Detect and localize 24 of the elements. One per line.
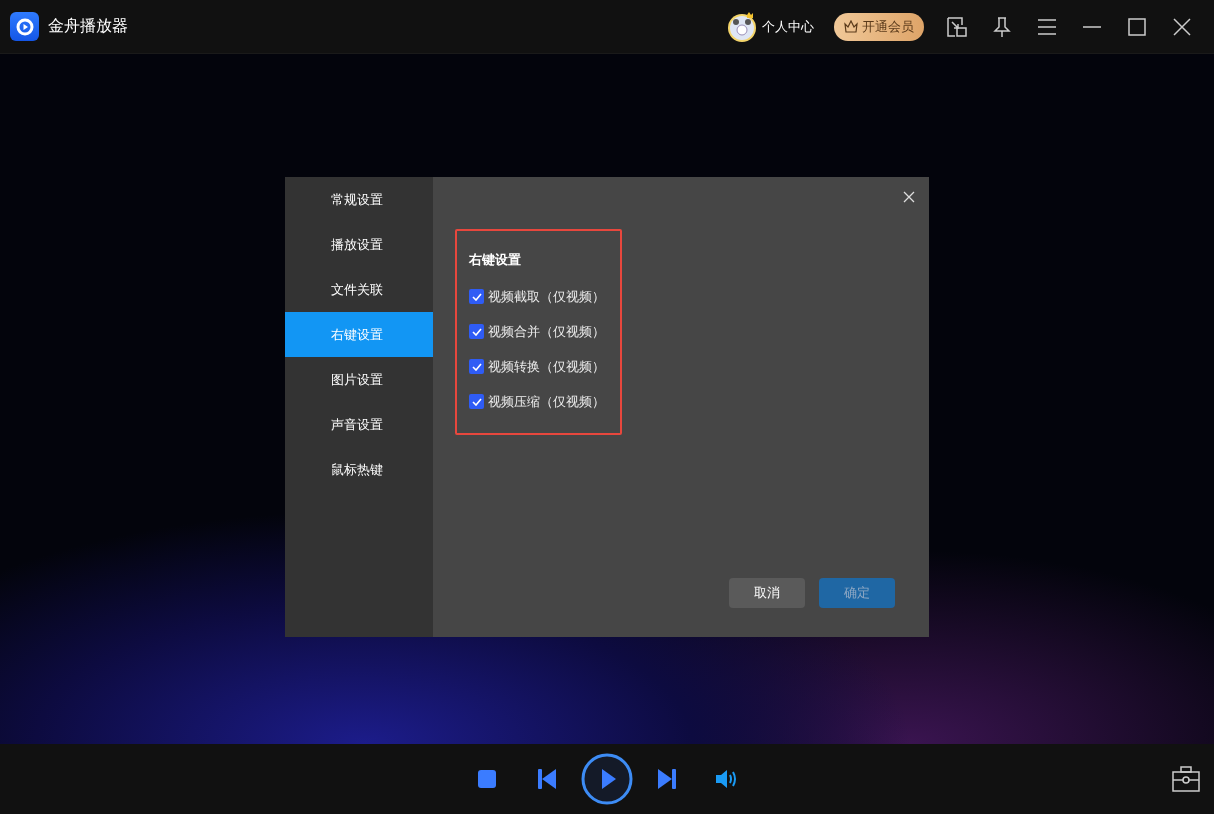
checkbox[interactable]: [469, 394, 484, 409]
app-logo-icon: [10, 12, 39, 41]
checkbox[interactable]: [469, 324, 484, 339]
checkbox[interactable]: [469, 289, 484, 304]
settings-nav-item[interactable]: 鼠标热键: [285, 447, 433, 492]
window-title: 金舟播放器: [48, 16, 128, 37]
settings-nav-item[interactable]: 播放设置: [285, 222, 433, 267]
option-label: 视频截取（仅视频）: [488, 287, 605, 306]
avatar-icon[interactable]: [726, 10, 758, 43]
checkbox[interactable]: [469, 359, 484, 374]
settings-nav-item[interactable]: 文件关联: [285, 267, 433, 312]
vip-button[interactable]: 开通会员: [834, 12, 924, 41]
settings-nav-item[interactable]: 常规设置: [285, 177, 433, 222]
cancel-button[interactable]: 取消: [729, 578, 805, 608]
close-icon[interactable]: [901, 189, 917, 205]
option-label: 视频压缩（仅视频）: [488, 392, 605, 411]
crown-icon: [844, 20, 858, 33]
user-center-link[interactable]: 个人中心: [762, 17, 814, 36]
option-label: 视频转换（仅视频）: [488, 357, 605, 376]
settings-nav-item[interactable]: 声音设置: [285, 402, 433, 447]
section-title: 右键设置: [469, 251, 522, 269]
settings-nav-item[interactable]: 图片设置: [285, 357, 433, 402]
toolbox-icon[interactable]: [1172, 766, 1200, 792]
option-label: 视频合并（仅视频）: [488, 322, 605, 341]
